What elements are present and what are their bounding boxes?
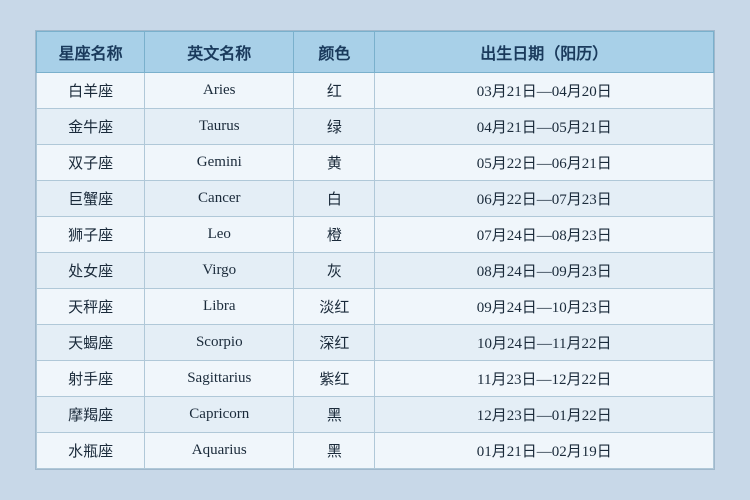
cell-date: 01月21日—02月19日 xyxy=(375,433,714,469)
table-row: 狮子座Leo橙07月24日—08月23日 xyxy=(37,217,714,253)
cell-date: 08月24日—09月23日 xyxy=(375,253,714,289)
cell-color: 黑 xyxy=(294,397,375,433)
cell-color: 黑 xyxy=(294,433,375,469)
cell-chinese: 摩羯座 xyxy=(37,397,145,433)
cell-color: 红 xyxy=(294,73,375,109)
table-row: 金牛座Taurus绿04月21日—05月21日 xyxy=(37,109,714,145)
cell-chinese: 狮子座 xyxy=(37,217,145,253)
cell-chinese: 处女座 xyxy=(37,253,145,289)
cell-date: 06月22日—07月23日 xyxy=(375,181,714,217)
cell-chinese: 白羊座 xyxy=(37,73,145,109)
zodiac-table: 星座名称 英文名称 颜色 出生日期（阳历） 白羊座Aries红03月21日—04… xyxy=(36,31,714,469)
header-date: 出生日期（阳历） xyxy=(375,32,714,73)
cell-color: 黄 xyxy=(294,145,375,181)
cell-english: Capricorn xyxy=(145,397,294,433)
cell-chinese: 双子座 xyxy=(37,145,145,181)
cell-english: Gemini xyxy=(145,145,294,181)
header-color: 颜色 xyxy=(294,32,375,73)
table-row: 处女座Virgo灰08月24日—09月23日 xyxy=(37,253,714,289)
cell-english: Libra xyxy=(145,289,294,325)
cell-date: 12月23日—01月22日 xyxy=(375,397,714,433)
table-row: 天秤座Libra淡红09月24日—10月23日 xyxy=(37,289,714,325)
cell-color: 淡红 xyxy=(294,289,375,325)
table-row: 白羊座Aries红03月21日—04月20日 xyxy=(37,73,714,109)
table-row: 巨蟹座Cancer白06月22日—07月23日 xyxy=(37,181,714,217)
table-header-row: 星座名称 英文名称 颜色 出生日期（阳历） xyxy=(37,32,714,73)
cell-english: Aquarius xyxy=(145,433,294,469)
cell-chinese: 天蝎座 xyxy=(37,325,145,361)
cell-chinese: 射手座 xyxy=(37,361,145,397)
cell-english: Scorpio xyxy=(145,325,294,361)
cell-english: Sagittarius xyxy=(145,361,294,397)
cell-date: 04月21日—05月21日 xyxy=(375,109,714,145)
cell-color: 深红 xyxy=(294,325,375,361)
cell-english: Taurus xyxy=(145,109,294,145)
cell-color: 灰 xyxy=(294,253,375,289)
cell-color: 白 xyxy=(294,181,375,217)
table-row: 天蝎座Scorpio深红10月24日—11月22日 xyxy=(37,325,714,361)
cell-date: 10月24日—11月22日 xyxy=(375,325,714,361)
table-row: 双子座Gemini黄05月22日—06月21日 xyxy=(37,145,714,181)
cell-color: 橙 xyxy=(294,217,375,253)
header-chinese: 星座名称 xyxy=(37,32,145,73)
cell-chinese: 天秤座 xyxy=(37,289,145,325)
cell-chinese: 巨蟹座 xyxy=(37,181,145,217)
cell-english: Cancer xyxy=(145,181,294,217)
table-body: 白羊座Aries红03月21日—04月20日金牛座Taurus绿04月21日—0… xyxy=(37,73,714,469)
cell-date: 11月23日—12月22日 xyxy=(375,361,714,397)
cell-english: Aries xyxy=(145,73,294,109)
cell-color: 紫红 xyxy=(294,361,375,397)
cell-chinese: 水瓶座 xyxy=(37,433,145,469)
cell-english: Leo xyxy=(145,217,294,253)
cell-english: Virgo xyxy=(145,253,294,289)
zodiac-table-container: 星座名称 英文名称 颜色 出生日期（阳历） 白羊座Aries红03月21日—04… xyxy=(35,30,715,470)
table-row: 摩羯座Capricorn黑12月23日—01月22日 xyxy=(37,397,714,433)
cell-date: 05月22日—06月21日 xyxy=(375,145,714,181)
cell-date: 03月21日—04月20日 xyxy=(375,73,714,109)
cell-chinese: 金牛座 xyxy=(37,109,145,145)
table-row: 射手座Sagittarius紫红11月23日—12月22日 xyxy=(37,361,714,397)
table-row: 水瓶座Aquarius黑01月21日—02月19日 xyxy=(37,433,714,469)
cell-color: 绿 xyxy=(294,109,375,145)
cell-date: 07月24日—08月23日 xyxy=(375,217,714,253)
cell-date: 09月24日—10月23日 xyxy=(375,289,714,325)
header-english: 英文名称 xyxy=(145,32,294,73)
